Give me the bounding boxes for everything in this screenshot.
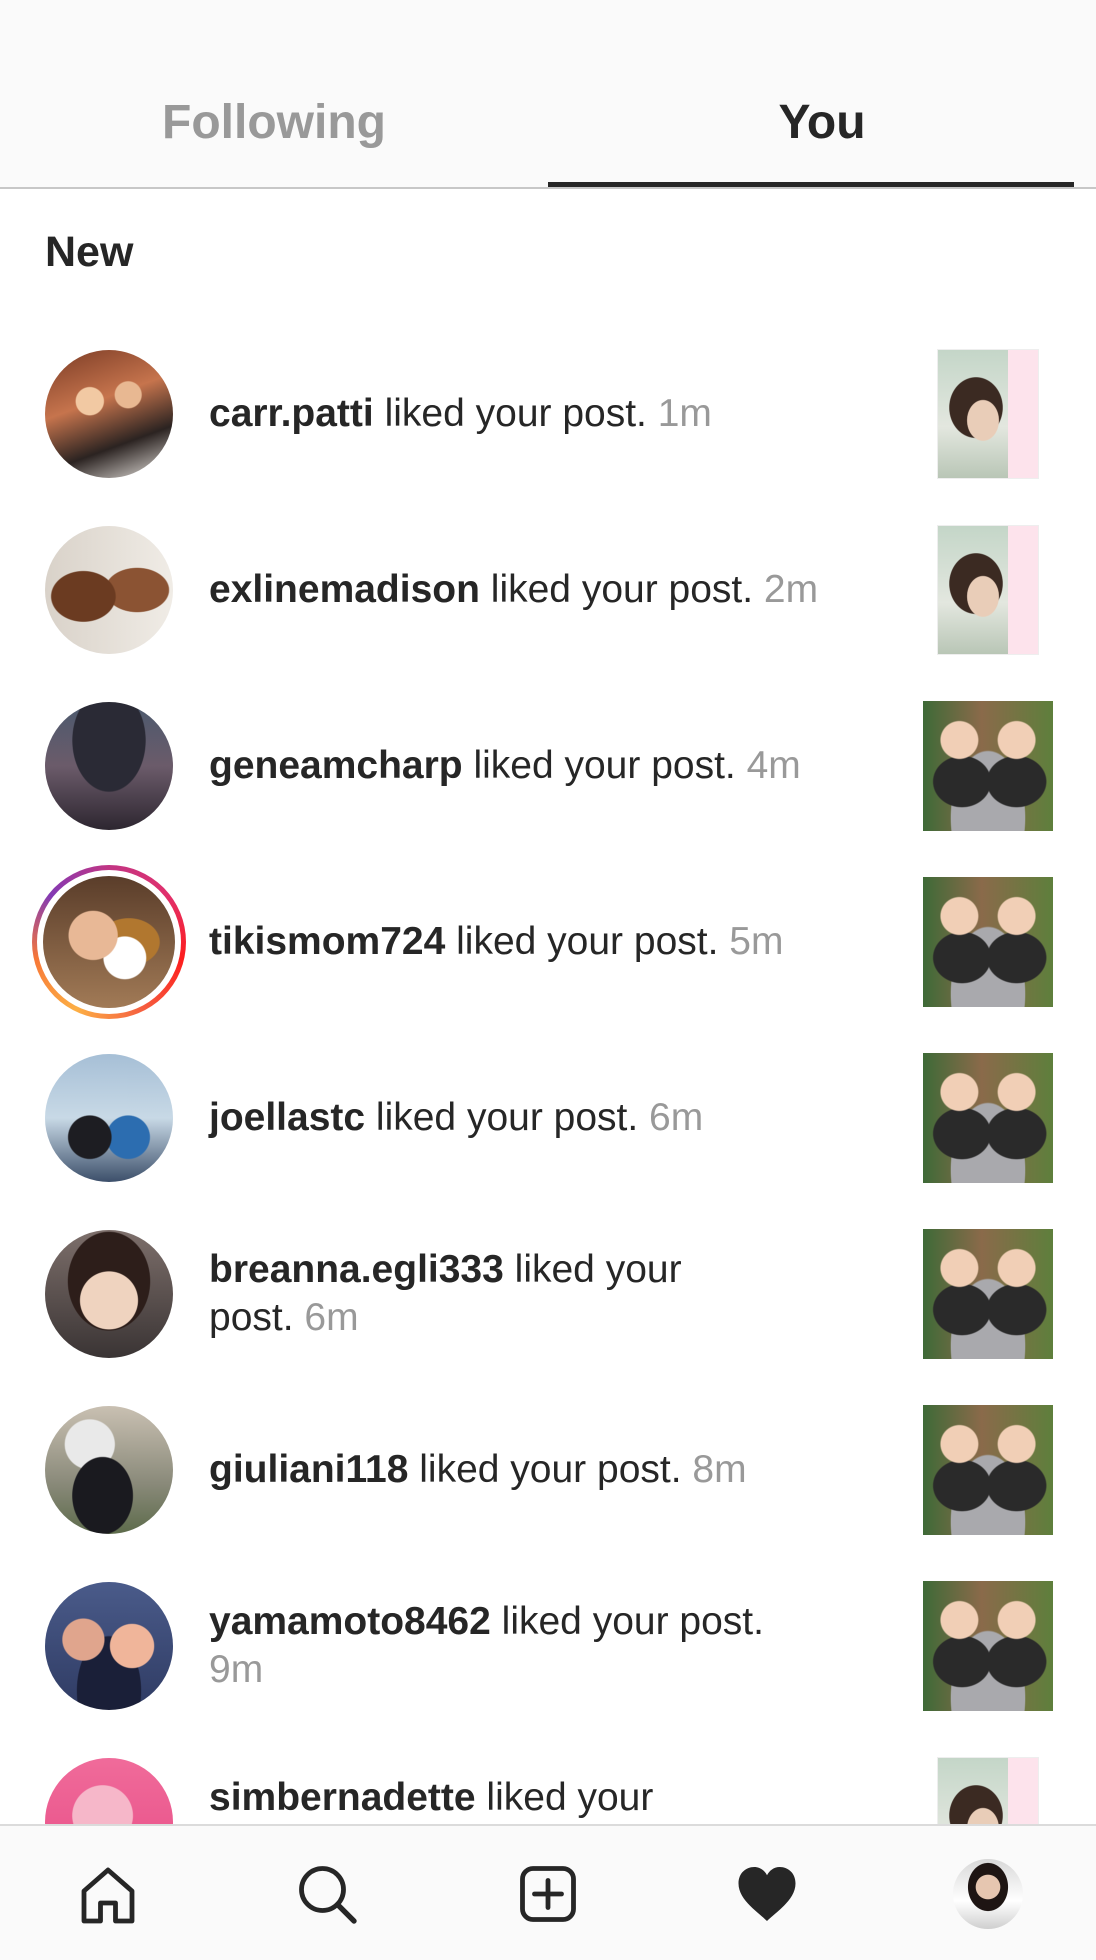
username-link[interactable]: geneamcharp bbox=[209, 744, 463, 787]
notification-text: exlinemadison liked your post. 2m bbox=[209, 566, 889, 614]
avatar[interactable] bbox=[45, 702, 173, 830]
avatar[interactable] bbox=[32, 865, 186, 1019]
timestamp: 6m bbox=[649, 1096, 704, 1139]
list-item[interactable]: exlinemadison liked your post. 2m bbox=[0, 502, 1096, 678]
username-link[interactable]: simbernadette bbox=[209, 1776, 476, 1819]
notification-text: joellastc liked your post. 6m bbox=[209, 1094, 889, 1142]
post-thumbnail[interactable] bbox=[937, 1757, 1039, 1824]
post-thumbnail[interactable] bbox=[937, 525, 1039, 655]
section-title-new: New bbox=[45, 228, 134, 276]
tab-you[interactable]: You bbox=[548, 0, 1096, 189]
list-item[interactable]: joellastc liked your post. 6m bbox=[0, 1030, 1096, 1206]
action-text: liked your post. bbox=[479, 568, 764, 611]
username-link[interactable]: carr.patti bbox=[209, 392, 374, 435]
notification-text: simbernadette liked your bbox=[209, 1774, 769, 1822]
search-icon bbox=[299, 1866, 357, 1924]
list-item[interactable]: breanna.egli333 liked your post. 6m bbox=[0, 1206, 1096, 1382]
active-tab-indicator bbox=[548, 182, 1074, 187]
story-ring[interactable] bbox=[32, 865, 186, 1019]
tab-following[interactable]: Following bbox=[0, 0, 548, 189]
timestamp: 2m bbox=[763, 568, 819, 611]
list-item[interactable]: simbernadette liked your bbox=[0, 1734, 1096, 1824]
username-link[interactable]: exlinemadison bbox=[209, 568, 480, 611]
action-text: liked your post. bbox=[445, 920, 730, 963]
timestamp: 4m bbox=[746, 744, 801, 787]
username-link[interactable]: giuliani118 bbox=[209, 1448, 408, 1491]
list-item[interactable]: carr.patti liked your post. 1m bbox=[0, 326, 1096, 502]
home-icon bbox=[81, 1867, 135, 1924]
avatar[interactable] bbox=[45, 1758, 173, 1824]
username-link[interactable]: tikismom724 bbox=[209, 920, 445, 963]
profile-button[interactable] bbox=[948, 1854, 1028, 1934]
activity-button[interactable] bbox=[727, 1854, 807, 1934]
avatar[interactable] bbox=[45, 526, 173, 654]
action-text: liked your post. bbox=[408, 1448, 693, 1491]
timestamp: 8m bbox=[692, 1448, 747, 1491]
post-thumbnail[interactable] bbox=[923, 1405, 1053, 1535]
post-thumbnail[interactable] bbox=[923, 1229, 1053, 1359]
notification-text: breanna.egli333 liked your post. 6m bbox=[209, 1246, 769, 1342]
notification-text: tikismom724 liked your post. 5m bbox=[209, 918, 889, 966]
profile-avatar bbox=[953, 1859, 1023, 1929]
home-button[interactable] bbox=[68, 1854, 148, 1934]
notification-text: giuliani118 liked your post. 8m bbox=[209, 1446, 889, 1494]
action-text: liked your post. bbox=[373, 392, 658, 435]
list-item[interactable]: tikismom724 liked your post. 5m bbox=[0, 854, 1096, 1030]
timestamp: 6m bbox=[304, 1296, 359, 1339]
username-link[interactable]: joellastc bbox=[209, 1096, 365, 1139]
list-item[interactable]: giuliani118 liked your post. 8m bbox=[0, 1382, 1096, 1558]
new-post-button[interactable] bbox=[508, 1854, 588, 1934]
avatar[interactable] bbox=[45, 1054, 173, 1182]
action-text: liked your bbox=[475, 1776, 654, 1819]
post-thumbnail[interactable] bbox=[923, 1053, 1053, 1183]
timestamp: 9m bbox=[209, 1648, 264, 1691]
avatar[interactable] bbox=[45, 1230, 173, 1358]
list-item[interactable]: geneamcharp liked your post. 4m bbox=[0, 678, 1096, 854]
username-link[interactable]: yamamoto8462 bbox=[209, 1600, 491, 1643]
avatar[interactable] bbox=[45, 1406, 173, 1534]
heart-icon bbox=[738, 1867, 796, 1921]
avatar[interactable] bbox=[45, 350, 173, 478]
add-post-icon bbox=[520, 1866, 576, 1922]
notification-text: yamamoto8462 liked your post. 9m bbox=[209, 1598, 769, 1694]
action-text: liked your post. bbox=[462, 744, 747, 787]
post-thumbnail[interactable] bbox=[923, 1581, 1053, 1711]
list-item[interactable]: yamamoto8462 liked your post. 9m bbox=[0, 1558, 1096, 1734]
notification-text: geneamcharp liked your post. 4m bbox=[209, 742, 889, 790]
post-thumbnail[interactable] bbox=[923, 877, 1053, 1007]
action-text: liked your post. bbox=[490, 1600, 764, 1643]
timestamp: 5m bbox=[729, 920, 784, 963]
activity-screen: Following You New carr.patti liked your … bbox=[0, 0, 1096, 1960]
activity-tab-bar: Following You bbox=[0, 0, 1096, 189]
bottom-nav-bar bbox=[0, 1824, 1096, 1960]
username-link[interactable]: breanna.egli333 bbox=[209, 1248, 504, 1291]
notification-text: carr.patti liked your post. 1m bbox=[209, 390, 889, 438]
post-thumbnail[interactable] bbox=[923, 701, 1053, 831]
action-text: liked your post. bbox=[365, 1096, 650, 1139]
post-thumbnail[interactable] bbox=[937, 349, 1039, 479]
notification-list[interactable]: carr.patti liked your post. 1m exlinemad… bbox=[0, 326, 1096, 1824]
search-button[interactable] bbox=[287, 1854, 367, 1934]
avatar[interactable] bbox=[45, 1582, 173, 1710]
timestamp: 1m bbox=[657, 392, 712, 435]
